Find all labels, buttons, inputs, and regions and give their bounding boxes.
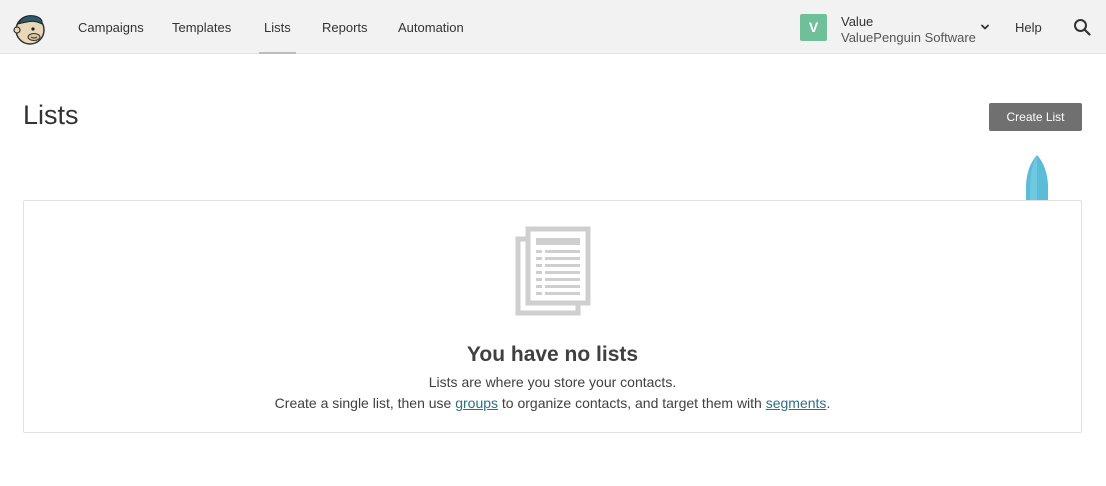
- mailchimp-logo-icon[interactable]: [13, 12, 46, 45]
- top-navigation-bar: Campaigns Templates Lists Reports Automa…: [0, 0, 1106, 54]
- nav-templates[interactable]: Templates: [172, 0, 231, 54]
- search-icon[interactable]: [1073, 18, 1091, 36]
- empty-state-card: You have no lists Lists are where you st…: [23, 200, 1082, 433]
- create-list-button[interactable]: Create List: [989, 103, 1082, 131]
- empty-state-instructions: Create a single list, then use groups to…: [24, 395, 1081, 411]
- account-organization[interactable]: ValuePenguin Software: [841, 30, 976, 45]
- instructions-text-end: .: [826, 395, 831, 411]
- empty-state-description: Lists are where you store your contacts.: [428, 374, 677, 390]
- instructions-text-start: Create a single list, then use: [274, 395, 456, 411]
- document-icon: [515, 226, 591, 316]
- groups-link[interactable]: groups: [455, 395, 498, 411]
- instructions-text-middle: to organize contacts, and target them wi…: [498, 395, 766, 411]
- nav-reports[interactable]: Reports: [322, 0, 368, 54]
- chevron-down-icon[interactable]: [979, 21, 991, 33]
- empty-state-title: You have no lists: [466, 343, 639, 366]
- segments-link[interactable]: segments: [766, 395, 827, 411]
- nav-lists[interactable]: Lists: [259, 0, 296, 54]
- nav-automation[interactable]: Automation: [398, 0, 464, 54]
- account-avatar[interactable]: V: [800, 14, 827, 41]
- page-title: Lists: [23, 100, 79, 130]
- account-name[interactable]: Value: [841, 14, 873, 29]
- nav-campaigns[interactable]: Campaigns: [78, 0, 144, 54]
- help-link[interactable]: Help: [1015, 0, 1042, 54]
